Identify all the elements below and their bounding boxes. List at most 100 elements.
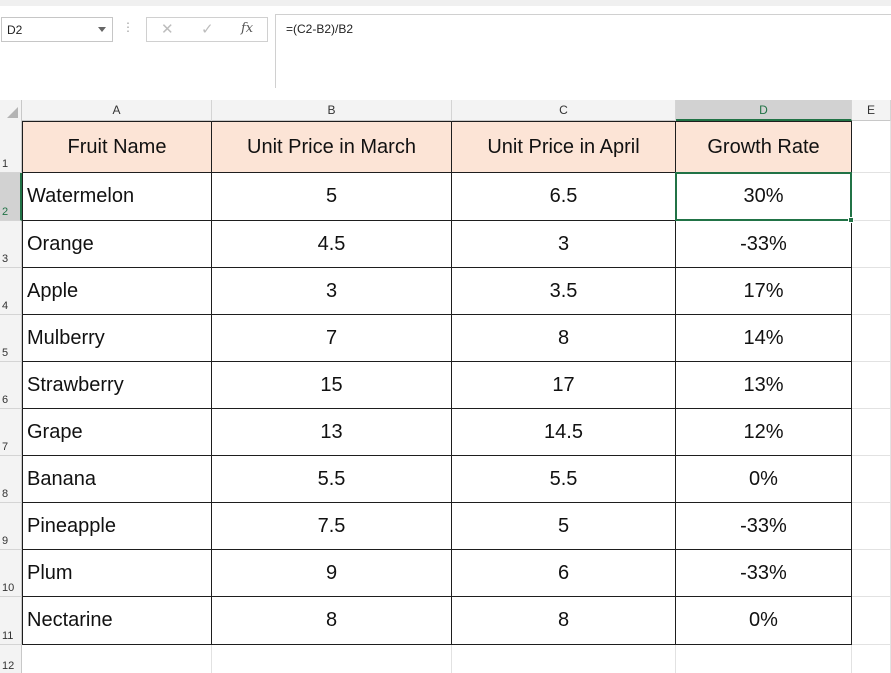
table-cell[interactable]: 13% xyxy=(676,362,852,409)
table-cell[interactable]: Banana xyxy=(22,456,212,503)
table-cell[interactable]: 7.5 xyxy=(212,503,452,550)
column-header-d[interactable]: D xyxy=(676,100,852,121)
row-header-12[interactable]: 12 xyxy=(0,645,22,673)
row-headers: 1 2 3 4 5 6 7 8 9 10 11 12 xyxy=(0,121,22,673)
formula-bar[interactable]: =(C2-B2)/B2 xyxy=(275,14,891,89)
row-number: 4 xyxy=(2,300,9,312)
row-header-6[interactable]: 6 xyxy=(0,362,22,409)
empty-cell[interactable] xyxy=(852,121,891,173)
table-cell[interactable]: 17 xyxy=(452,362,676,409)
empty-cell[interactable] xyxy=(212,645,452,673)
table-cell[interactable]: 3 xyxy=(452,221,676,268)
table-cell[interactable]: 7 xyxy=(212,315,452,362)
row-number: 8 xyxy=(2,488,9,500)
row-number: 7 xyxy=(2,441,9,453)
chevron-down-icon[interactable] xyxy=(98,27,106,32)
table-cell[interactable]: 8 xyxy=(452,597,676,645)
empty-cell[interactable] xyxy=(852,597,891,645)
table-cell[interactable]: 0% xyxy=(676,456,852,503)
formula-area: D2 ⋮ ✕ ✓ fx =(C2-B2)/B2 xyxy=(0,0,891,100)
table-cell[interactable]: 3.5 xyxy=(452,268,676,315)
row-header-5[interactable]: 5 xyxy=(0,315,22,362)
select-all-icon xyxy=(7,107,18,118)
table-cell[interactable]: -33% xyxy=(676,550,852,597)
table-cell[interactable]: 6.5 xyxy=(452,173,676,221)
row-header-1[interactable]: 1 xyxy=(0,121,22,173)
formula-buttons: ✕ ✓ fx xyxy=(146,17,268,42)
empty-cell[interactable] xyxy=(676,645,852,673)
empty-cell[interactable] xyxy=(852,503,891,550)
table-cell[interactable]: Plum xyxy=(22,550,212,597)
fill-handle[interactable] xyxy=(848,217,854,223)
table-cell[interactable]: 5 xyxy=(452,503,676,550)
table-cell[interactable]: 13 xyxy=(212,409,452,456)
row-header-7[interactable]: 7 xyxy=(0,409,22,456)
select-all-button[interactable] xyxy=(0,100,22,121)
grip-dots-icon[interactable]: ⋮ xyxy=(122,20,134,34)
column-header-e[interactable]: E xyxy=(852,100,891,121)
table-cell[interactable]: Nectarine xyxy=(22,597,212,645)
row-header-9[interactable]: 9 xyxy=(0,503,22,550)
table-cell[interactable]: -33% xyxy=(676,503,852,550)
table-cell[interactable]: 5 xyxy=(212,173,452,221)
name-box[interactable]: D2 xyxy=(1,17,113,42)
column-headers: ABCDE xyxy=(0,100,891,121)
empty-cell[interactable] xyxy=(852,362,891,409)
table-header-cell[interactable]: Unit Price in April xyxy=(452,121,676,173)
check-icon[interactable]: ✓ xyxy=(201,20,214,38)
row-number: 1 xyxy=(2,158,9,170)
formula-text: =(C2-B2)/B2 xyxy=(286,22,354,36)
table-header-cell[interactable]: Growth Rate xyxy=(676,121,852,173)
table-cell[interactable]: 8 xyxy=(212,597,452,645)
row-header-3[interactable]: 3 xyxy=(0,221,22,268)
column-header-c[interactable]: C xyxy=(452,100,676,121)
table-cell[interactable]: Watermelon xyxy=(22,173,212,221)
table-cell[interactable]: 12% xyxy=(676,409,852,456)
column-header-a[interactable]: A xyxy=(22,100,212,121)
empty-cell[interactable] xyxy=(852,550,891,597)
row-number: 6 xyxy=(2,394,9,406)
table-cell[interactable]: 8 xyxy=(452,315,676,362)
table-cell[interactable]: 14% xyxy=(676,315,852,362)
row-header-2[interactable]: 2 xyxy=(0,173,22,221)
table-cell[interactable]: Strawberry xyxy=(22,362,212,409)
empty-cell[interactable] xyxy=(852,645,891,673)
ribbon-edge xyxy=(0,0,891,6)
empty-cell[interactable] xyxy=(852,409,891,456)
table-cell[interactable]: 5.5 xyxy=(212,456,452,503)
empty-cell[interactable] xyxy=(852,456,891,503)
row-header-4[interactable]: 4 xyxy=(0,268,22,315)
table-cell[interactable]: 9 xyxy=(212,550,452,597)
table-cell[interactable]: Grape xyxy=(22,409,212,456)
worksheet-grid: Fruit Name Unit Price in March Unit Price … xyxy=(22,121,891,673)
row-header-11[interactable]: 11 xyxy=(0,597,22,645)
table-cell[interactable]: Orange xyxy=(22,221,212,268)
table-cell[interactable]: 3 xyxy=(212,268,452,315)
table-cell[interactable]: 14.5 xyxy=(452,409,676,456)
formula-gap xyxy=(0,88,891,100)
insert-function-icon[interactable]: fx xyxy=(241,21,253,36)
table-cell[interactable]: 17% xyxy=(676,268,852,315)
row-header-8[interactable]: 8 xyxy=(0,456,22,503)
table-cell[interactable]: 0% xyxy=(676,597,852,645)
table-header-cell[interactable]: Fruit Name xyxy=(22,121,212,173)
table-cell[interactable]: Pineapple xyxy=(22,503,212,550)
row-header-10[interactable]: 10 xyxy=(0,550,22,597)
empty-cell[interactable] xyxy=(852,173,891,221)
table-cell[interactable]: 4.5 xyxy=(212,221,452,268)
table-cell[interactable]: -33% xyxy=(676,221,852,268)
empty-cell[interactable] xyxy=(852,221,891,268)
empty-cell[interactable] xyxy=(852,268,891,315)
empty-cell[interactable] xyxy=(852,315,891,362)
table-cell[interactable]: Mulberry xyxy=(22,315,212,362)
cancel-icon[interactable]: ✕ xyxy=(161,20,174,38)
column-header-b[interactable]: B xyxy=(212,100,452,121)
table-cell[interactable]: 6 xyxy=(452,550,676,597)
empty-cell[interactable] xyxy=(22,645,212,673)
empty-cell[interactable] xyxy=(452,645,676,673)
table-header-cell[interactable]: Unit Price in March xyxy=(212,121,452,173)
table-cell[interactable]: 30% xyxy=(676,173,852,221)
table-cell[interactable]: Apple xyxy=(22,268,212,315)
table-cell[interactable]: 15 xyxy=(212,362,452,409)
table-cell[interactable]: 5.5 xyxy=(452,456,676,503)
